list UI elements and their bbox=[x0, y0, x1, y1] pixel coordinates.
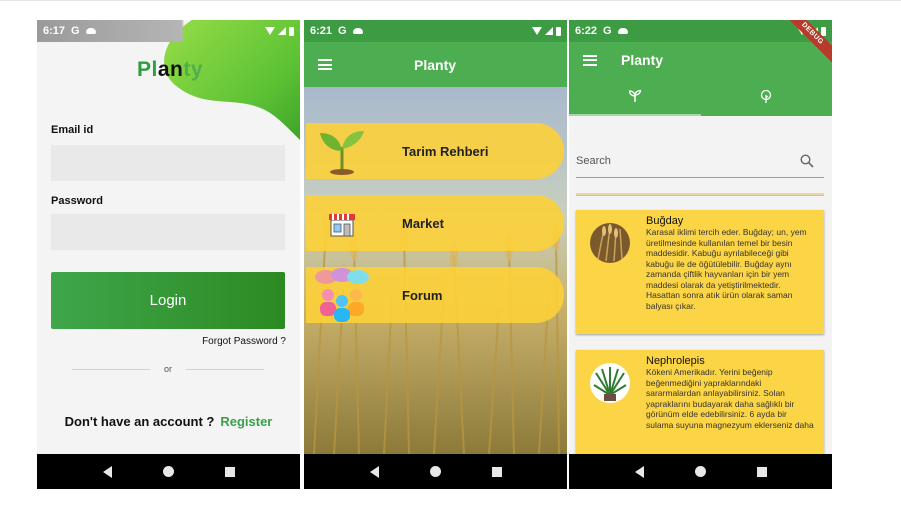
fern-thumbnail-icon bbox=[590, 363, 630, 403]
wheat-thumbnail-icon bbox=[590, 223, 630, 263]
register-link[interactable]: Register bbox=[220, 414, 272, 429]
status-carrier: G bbox=[338, 25, 347, 37]
menu-item-tarim-rehberi[interactable]: Tarim Rehberi bbox=[306, 123, 564, 179]
app-bar: Planty bbox=[304, 42, 567, 87]
app-bar-title: Planty bbox=[414, 56, 457, 73]
list-divider bbox=[576, 193, 824, 196]
signal-icon bbox=[545, 27, 553, 35]
system-nav-bar bbox=[37, 454, 300, 489]
system-nav-bar bbox=[304, 454, 567, 489]
plant-name: Buğday bbox=[646, 215, 684, 227]
recents-icon[interactable] bbox=[224, 466, 235, 477]
people-chat-icon bbox=[306, 267, 378, 323]
login-screen: 6:17 G Planty Email id Password Login Fo… bbox=[37, 20, 300, 489]
status-bar: 6:17 G bbox=[37, 20, 300, 42]
recents-icon[interactable] bbox=[756, 466, 767, 477]
menu-item-forum[interactable]: Forum bbox=[306, 267, 564, 323]
register-row: Don't have an account ? Register bbox=[37, 414, 300, 429]
plant-description: Karasal iklimi tercih eder. Buğday; un, … bbox=[646, 227, 807, 311]
back-icon[interactable] bbox=[102, 465, 112, 478]
top-divider bbox=[0, 0, 901, 1]
or-divider: or bbox=[72, 362, 265, 376]
tab-tree[interactable] bbox=[701, 78, 833, 116]
plant-card-nephrolepis[interactable]: Nephrolepis Kökeni Amerikadır. Yerini be… bbox=[576, 350, 824, 454]
or-label: or bbox=[164, 364, 173, 374]
search-input[interactable] bbox=[576, 154, 800, 167]
plant-card-bugday[interactable]: Buğday Karasal iklimi tercih eder. Buğda… bbox=[576, 210, 824, 334]
tab-bar bbox=[569, 78, 832, 116]
menu-item-label: Market bbox=[402, 215, 444, 231]
app-bar-title: Planty bbox=[621, 52, 664, 68]
home-menu-screen: 6:21 G Planty Tarim Rehberi Market Forum bbox=[304, 20, 567, 489]
cloud-icon bbox=[85, 28, 96, 34]
no-account-label: Don't have an account ? bbox=[64, 414, 215, 429]
sprout-icon bbox=[306, 123, 378, 179]
password-field[interactable] bbox=[51, 214, 285, 250]
status-carrier: G bbox=[71, 25, 80, 37]
tree-icon bbox=[761, 90, 772, 103]
back-icon[interactable] bbox=[634, 465, 644, 478]
cloud-icon bbox=[617, 28, 628, 34]
menu-item-market[interactable]: Market bbox=[306, 195, 564, 251]
app-bar: Planty bbox=[569, 42, 832, 116]
home-icon[interactable] bbox=[162, 466, 174, 477]
menu-item-label: Tarim Rehberi bbox=[402, 143, 489, 159]
email-label: Email id bbox=[51, 124, 94, 136]
wifi-icon bbox=[265, 27, 275, 35]
menu-icon[interactable] bbox=[318, 59, 332, 70]
login-button[interactable]: Login bbox=[51, 272, 285, 329]
plant-name: Nephrolepis bbox=[646, 355, 705, 367]
forgot-password-link[interactable]: Forgot Password ? bbox=[202, 336, 286, 347]
plant-list-screen: 6:22 G DEBUG Planty Search Buğday Karasa… bbox=[569, 20, 832, 489]
cloud-icon bbox=[352, 28, 363, 34]
seedling-icon bbox=[628, 89, 641, 102]
password-label: Password bbox=[51, 195, 103, 207]
battery-icon bbox=[821, 26, 826, 36]
battery-icon bbox=[556, 26, 561, 36]
recents-icon[interactable] bbox=[491, 466, 502, 477]
search-icon[interactable] bbox=[800, 153, 814, 168]
status-bar: 6:21 G bbox=[304, 20, 567, 42]
plant-description: Kökeni Amerikadır. Yerini beğenip beğenm… bbox=[646, 367, 814, 430]
menu-item-label: Forum bbox=[402, 287, 443, 303]
status-carrier: G bbox=[603, 25, 612, 37]
status-time: 6:22 bbox=[575, 25, 598, 37]
signal-icon bbox=[278, 27, 286, 35]
email-field[interactable] bbox=[51, 145, 285, 181]
menu-icon[interactable] bbox=[583, 54, 597, 66]
status-time: 6:21 bbox=[310, 25, 333, 37]
search-bar bbox=[576, 144, 824, 178]
battery-icon bbox=[289, 26, 294, 36]
app-logo-text: Planty bbox=[137, 58, 204, 81]
home-icon[interactable] bbox=[694, 466, 706, 477]
status-time: 6:17 bbox=[43, 25, 66, 37]
home-icon[interactable] bbox=[429, 466, 441, 477]
store-icon bbox=[306, 195, 378, 251]
back-icon[interactable] bbox=[369, 465, 379, 478]
wifi-icon bbox=[532, 27, 542, 35]
tab-seedling[interactable] bbox=[569, 78, 701, 116]
system-nav-bar bbox=[569, 454, 832, 489]
